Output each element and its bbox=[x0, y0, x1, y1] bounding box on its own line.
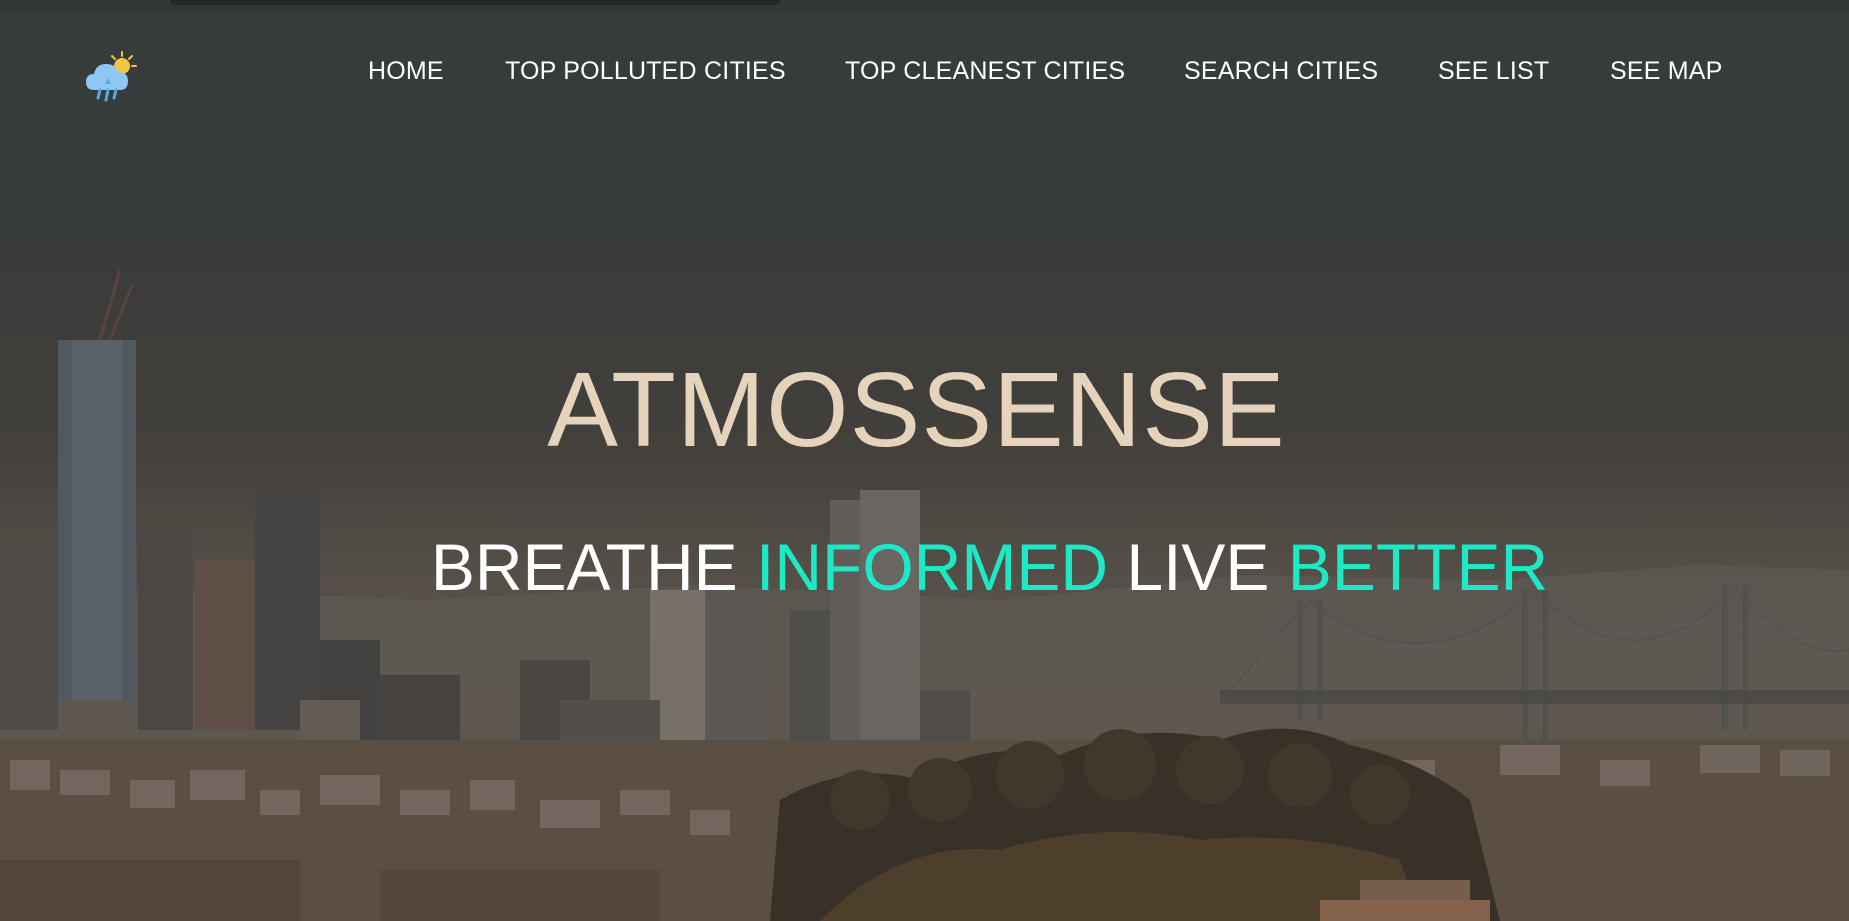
nav-home[interactable]: HOME bbox=[368, 56, 444, 86]
tagline-word-informed: INFORMED bbox=[756, 530, 1109, 604]
tagline-word-better: BETTER bbox=[1287, 530, 1549, 604]
navbar: HOME TOP POLLUTED CITIES TOP CLEANEST CI… bbox=[0, 0, 1849, 140]
nav-search-cities[interactable]: SEARCH CITIES bbox=[1184, 56, 1378, 86]
logo[interactable] bbox=[84, 50, 142, 102]
nav-top-cleanest-cities[interactable]: TOP CLEANEST CITIES bbox=[845, 56, 1125, 86]
hero-title: ATMOSSENSE bbox=[547, 351, 1286, 469]
nav-top-polluted-cities[interactable]: TOP POLLUTED CITIES bbox=[505, 56, 786, 86]
tagline-word-breathe: BREATHE bbox=[430, 530, 738, 604]
nav-see-map[interactable]: SEE MAP bbox=[1610, 56, 1723, 86]
hero-tagline: BREATHE INFORMED LIVE BETTER bbox=[0, 532, 1849, 602]
tagline-word-live: LIVE bbox=[1126, 530, 1270, 604]
nav-see-list[interactable]: SEE LIST bbox=[1438, 56, 1549, 86]
cloud-sun-rain-icon bbox=[86, 51, 137, 102]
